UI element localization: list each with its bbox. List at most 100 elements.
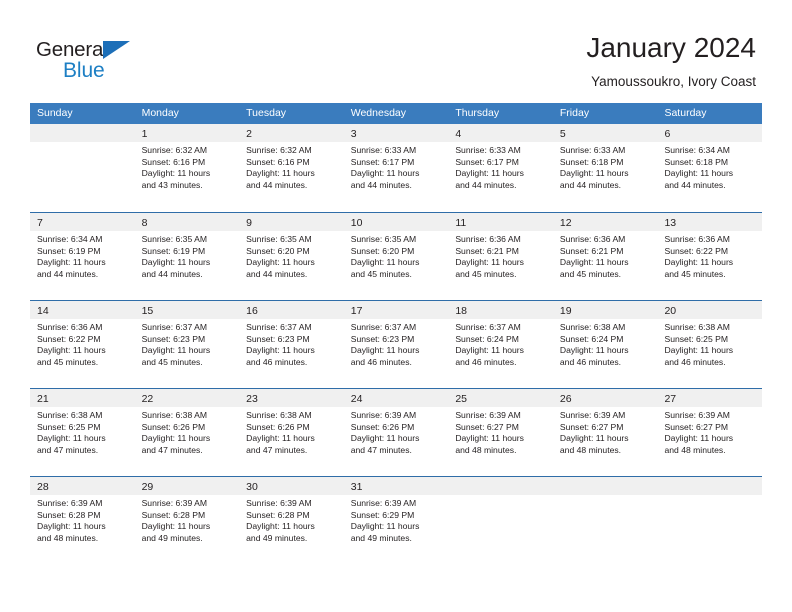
- day-cell[interactable]: 16 Sunrise: 6:37 AM Sunset: 6:23 PM Dayl…: [239, 301, 344, 388]
- daylight-text-line1: Daylight: 11 hours: [37, 433, 106, 444]
- day-cell[interactable]: 4 Sunrise: 6:33 AM Sunset: 6:17 PM Dayli…: [448, 124, 553, 212]
- general-blue-logo[interactable]: General Blue: [36, 38, 166, 86]
- day-cell[interactable]: 8 Sunrise: 6:35 AM Sunset: 6:19 PM Dayli…: [134, 213, 240, 300]
- sunset-text: Sunset: 6:26 PM: [350, 421, 415, 432]
- day-cell[interactable]: 12 Sunrise: 6:36 AM Sunset: 6:21 PM Dayl…: [552, 213, 658, 300]
- daylight-text-line1: Daylight: 11 hours: [246, 257, 315, 268]
- day-cell[interactable]: 1 Sunrise: 6:32 AM Sunset: 6:16 PM Dayli…: [134, 124, 240, 212]
- day-cell[interactable]: 9 Sunrise: 6:35 AM Sunset: 6:20 PM Dayli…: [239, 213, 344, 300]
- daylight-text-line1: Daylight: 11 hours: [350, 521, 420, 532]
- sunset-text: Sunset: 6:23 PM: [246, 333, 310, 344]
- sunrise-text: Sunrise: 6:32 AM: [141, 145, 208, 155]
- sunset-text: Sunset: 6:29 PM: [350, 509, 415, 520]
- day-cell[interactable]: 11 Sunrise: 6:36 AM Sunset: 6:21 PM Dayl…: [448, 213, 553, 300]
- sunset-text: Sunset: 6:21 PM: [455, 245, 519, 256]
- day-number-band: 18: [448, 301, 553, 319]
- sunset-text: Sunset: 6:25 PM: [664, 333, 729, 344]
- day-cell[interactable]: 24 Sunrise: 6:39 AM Sunset: 6:26 PM Dayl…: [343, 389, 449, 476]
- daylight-text-line1: Daylight: 11 hours: [455, 168, 524, 179]
- logo-text-blue: Blue: [63, 59, 105, 82]
- day-cell[interactable]: 27 Sunrise: 6:39 AM Sunset: 6:27 PM Dayl…: [657, 389, 763, 476]
- day-details: Sunrise: 6:37 AM Sunset: 6:24 PM Dayligh…: [448, 319, 553, 368]
- day-number-band: 10: [343, 213, 449, 231]
- title-block: January 2024 Yamoussoukro, Ivory Coast: [586, 30, 756, 92]
- daylight-text-line1: Daylight: 11 hours: [141, 521, 211, 532]
- day-details: Sunrise: 6:39 AM Sunset: 6:26 PM Dayligh…: [344, 407, 449, 456]
- sunrise-text: Sunrise: 6:34 AM: [37, 234, 103, 244]
- logo-triangle-icon: [103, 41, 130, 59]
- day-number: 20: [664, 305, 677, 317]
- day-number: 26: [559, 393, 572, 405]
- day-details: [448, 495, 553, 498]
- daylight-text-line2: and 47 minutes.: [350, 444, 412, 455]
- day-cell[interactable]: 18 Sunrise: 6:37 AM Sunset: 6:24 PM Dayl…: [448, 301, 553, 388]
- sunset-text: Sunset: 6:21 PM: [559, 245, 624, 256]
- weekday-header-friday: Friday: [559, 107, 590, 119]
- day-cell[interactable]: [657, 477, 763, 564]
- sunset-text: Sunset: 6:19 PM: [141, 245, 206, 256]
- sunrise-text: Sunrise: 6:36 AM: [559, 234, 626, 244]
- sunrise-text: Sunrise: 6:37 AM: [350, 322, 417, 332]
- day-cell[interactable]: 28 Sunrise: 6:39 AM Sunset: 6:28 PM Dayl…: [30, 477, 135, 564]
- day-cell[interactable]: 19 Sunrise: 6:38 AM Sunset: 6:24 PM Dayl…: [552, 301, 658, 388]
- day-cell[interactable]: 3 Sunrise: 6:33 AM Sunset: 6:17 PM Dayli…: [343, 124, 449, 212]
- day-details: Sunrise: 6:38 AM Sunset: 6:26 PM Dayligh…: [135, 407, 240, 456]
- sunset-text: Sunset: 6:28 PM: [37, 509, 101, 520]
- day-number: 24: [350, 393, 363, 405]
- day-number: 28: [37, 481, 49, 493]
- day-cell[interactable]: 13 Sunrise: 6:36 AM Sunset: 6:22 PM Dayl…: [657, 213, 763, 300]
- daylight-text-line2: and 47 minutes.: [246, 444, 308, 455]
- day-number: 2: [246, 128, 252, 140]
- day-cell[interactable]: 20 Sunrise: 6:38 AM Sunset: 6:25 PM Dayl…: [657, 301, 763, 388]
- day-number-band: 17: [343, 301, 449, 319]
- sunrise-text: Sunrise: 6:38 AM: [664, 322, 730, 332]
- daylight-text-line2: and 48 minutes.: [455, 444, 517, 455]
- sunrise-text: Sunrise: 6:35 AM: [141, 234, 208, 244]
- day-number-band: [552, 477, 658, 495]
- day-cell[interactable]: 7 Sunrise: 6:34 AM Sunset: 6:19 PM Dayli…: [30, 213, 135, 300]
- day-number: 17: [350, 305, 363, 317]
- day-cell[interactable]: 25 Sunrise: 6:39 AM Sunset: 6:27 PM Dayl…: [448, 389, 553, 476]
- sunrise-text: Sunrise: 6:39 AM: [350, 498, 417, 508]
- daylight-text-line1: Daylight: 11 hours: [141, 345, 211, 356]
- day-cell[interactable]: 30 Sunrise: 6:39 AM Sunset: 6:28 PM Dayl…: [239, 477, 344, 564]
- day-details: Sunrise: 6:35 AM Sunset: 6:19 PM Dayligh…: [135, 231, 240, 280]
- sunset-text: Sunset: 6:22 PM: [664, 245, 729, 256]
- day-details: Sunrise: 6:36 AM Sunset: 6:22 PM Dayligh…: [657, 231, 762, 280]
- daylight-text-line2: and 44 minutes.: [664, 179, 726, 190]
- day-cell[interactable]: 14 Sunrise: 6:36 AM Sunset: 6:22 PM Dayl…: [30, 301, 135, 388]
- day-cell[interactable]: 26 Sunrise: 6:39 AM Sunset: 6:27 PM Dayl…: [552, 389, 658, 476]
- sunrise-text: Sunrise: 6:38 AM: [559, 322, 626, 332]
- day-details: Sunrise: 6:39 AM Sunset: 6:27 PM Dayligh…: [448, 407, 553, 456]
- day-details: Sunrise: 6:37 AM Sunset: 6:23 PM Dayligh…: [239, 319, 344, 368]
- day-cell[interactable]: 5 Sunrise: 6:33 AM Sunset: 6:18 PM Dayli…: [552, 124, 658, 212]
- day-cell[interactable]: 6 Sunrise: 6:34 AM Sunset: 6:18 PM Dayli…: [657, 124, 763, 212]
- day-cell[interactable]: 21 Sunrise: 6:38 AM Sunset: 6:25 PM Dayl…: [30, 389, 135, 476]
- day-cell[interactable]: 2 Sunrise: 6:32 AM Sunset: 6:16 PM Dayli…: [239, 124, 344, 212]
- daylight-text-line2: and 43 minutes.: [141, 179, 203, 190]
- day-cell[interactable]: [448, 477, 553, 564]
- day-cell[interactable]: 15 Sunrise: 6:37 AM Sunset: 6:23 PM Dayl…: [134, 301, 240, 388]
- daylight-text-line2: and 49 minutes.: [246, 532, 308, 543]
- day-cell[interactable]: [552, 477, 658, 564]
- day-cell[interactable]: 17 Sunrise: 6:37 AM Sunset: 6:23 PM Dayl…: [343, 301, 449, 388]
- day-number-band: 11: [448, 213, 553, 231]
- day-cell[interactable]: 23 Sunrise: 6:38 AM Sunset: 6:26 PM Dayl…: [239, 389, 344, 476]
- day-details: Sunrise: 6:33 AM Sunset: 6:17 PM Dayligh…: [344, 142, 449, 191]
- sunrise-text: Sunrise: 6:37 AM: [141, 322, 208, 332]
- day-cell[interactable]: 10 Sunrise: 6:35 AM Sunset: 6:20 PM Dayl…: [343, 213, 449, 300]
- day-cell[interactable]: 31 Sunrise: 6:39 AM Sunset: 6:29 PM Dayl…: [343, 477, 449, 564]
- day-number: 6: [664, 128, 671, 140]
- day-details: Sunrise: 6:36 AM Sunset: 6:21 PM Dayligh…: [448, 231, 553, 280]
- day-number: 9: [246, 217, 252, 229]
- sunset-text: Sunset: 6:20 PM: [350, 245, 415, 256]
- day-number: 18: [455, 305, 467, 317]
- sunset-text: Sunset: 6:27 PM: [455, 421, 519, 432]
- sunrise-text: Sunrise: 6:39 AM: [664, 410, 730, 420]
- day-cell[interactable]: 29 Sunrise: 6:39 AM Sunset: 6:28 PM Dayl…: [134, 477, 240, 564]
- day-cell[interactable]: 22 Sunrise: 6:38 AM Sunset: 6:26 PM Dayl…: [134, 389, 240, 476]
- day-details: Sunrise: 6:39 AM Sunset: 6:27 PM Dayligh…: [657, 407, 762, 456]
- day-cell[interactable]: [30, 124, 135, 212]
- daylight-text-line1: Daylight: 11 hours: [350, 168, 420, 179]
- day-number: 31: [350, 481, 363, 493]
